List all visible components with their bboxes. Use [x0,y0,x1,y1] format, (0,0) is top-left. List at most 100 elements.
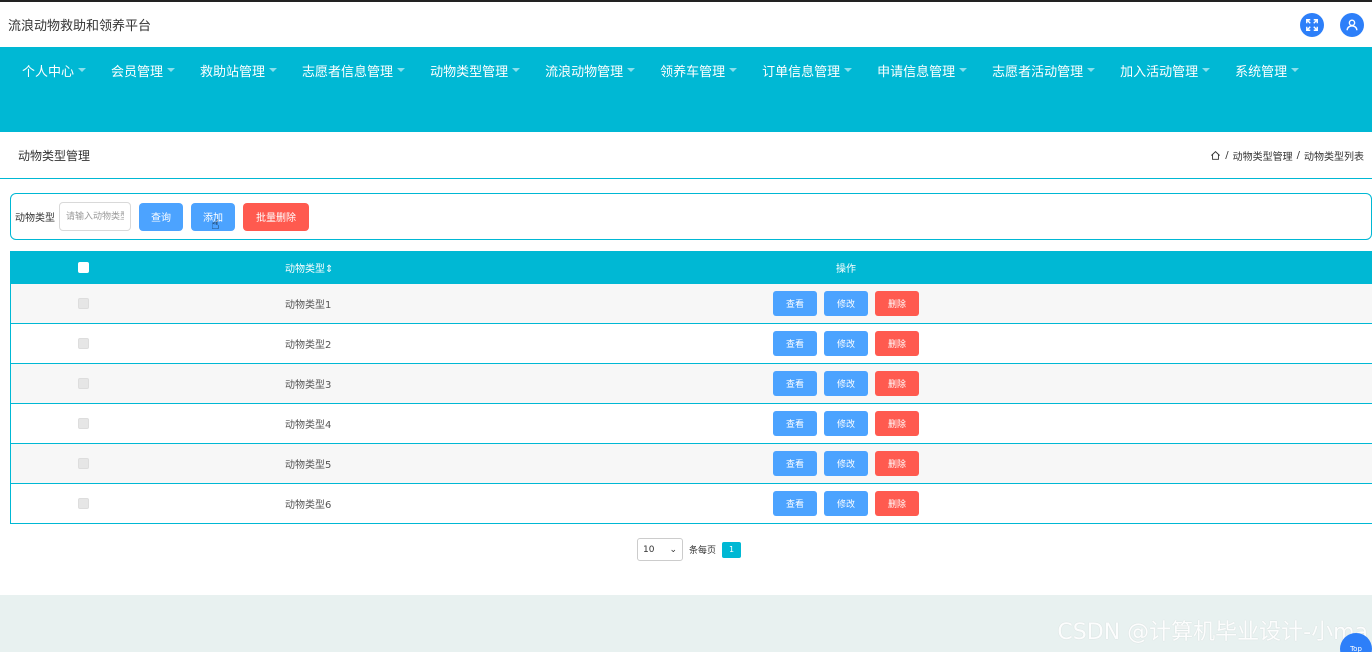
add-button[interactable]: 添加 ☝ [191,202,235,233]
nav-item-label: 订单信息管理 [762,64,841,80]
delete-button[interactable]: 删除 [875,411,919,436]
nav-item-label: 志愿者信息管理 [302,64,394,80]
nav-item-label: 救助站管理 [200,64,266,80]
cell-animal-type: 动物类型6 [285,500,332,511]
batch-delete-button[interactable]: 批量删除 [243,202,309,231]
delete-button[interactable]: 删除 [875,491,919,516]
nav-item-2[interactable]: 救助站管理 [192,61,285,80]
caret-down-icon [959,68,968,72]
row-actions: 查看 修改 删除 [570,491,1372,516]
delete-button[interactable]: 删除 [875,331,919,356]
nav-item-label: 申请信息管理 [877,64,956,80]
main-nav: 个人中心 会员管理 救助站管理 志愿者信息管理 动物类型管理 流浪动物管理 领养车管理 订单信… [0,47,1372,132]
row-actions: 查看 修改 删除 [570,411,1372,436]
view-button[interactable]: 查看 [773,291,817,316]
nav-item-label: 会员管理 [111,64,164,80]
page-size-select[interactable]: 10 ⌄ [637,538,683,561]
animal-type-table: 动物类型⇕ 操作 动物类型1 查看 修改 删除 动物类型2 查看 修改 删除 动物类型3 查看 修改… [10,251,1372,524]
home-icon[interactable] [1210,150,1221,161]
breadcrumb-sep: / [1296,149,1300,161]
watermark: CSDN @计算机毕业设计-小ma [1057,620,1368,645]
animal-type-search-input[interactable] [59,202,131,231]
view-button[interactable]: 查看 [773,331,817,356]
hand-cursor-icon: ☝ [211,216,220,233]
nav-item-label: 动物类型管理 [430,64,509,80]
caret-down-icon [1291,68,1300,72]
nav-item-0[interactable]: 个人中心 [14,61,94,80]
column-header-type[interactable]: 动物类型⇕ [155,260,570,275]
nav-item-label: 领养车管理 [660,64,726,80]
delete-button[interactable]: 删除 [875,451,919,476]
cell-animal-type: 动物类型5 [285,460,332,471]
page-size-value: 10 [643,544,655,555]
query-button[interactable]: 查询 [139,202,183,231]
nav-item-4[interactable]: 动物类型管理 [422,61,528,80]
search-panel: 动物类型 查询 添加 ☝ 批量删除 [10,193,1372,240]
per-page-label: 条每页 [689,546,717,556]
page-title: 动物类型管理 [18,148,91,163]
expand-icon[interactable] [1300,12,1324,37]
nav-item-8[interactable]: 申请信息管理 [869,61,975,80]
row-checkbox[interactable] [77,338,89,349]
search-label: 动物类型 [15,213,55,224]
row-actions: 查看 修改 删除 [570,451,1372,476]
page-number-current[interactable]: 1 [722,541,742,558]
table-row: 动物类型6 查看 修改 删除 [11,483,1372,523]
row-actions: 查看 修改 删除 [570,371,1372,396]
nav-list: 个人中心 会员管理 救助站管理 志愿者信息管理 动物类型管理 流浪动物管理 领养车管理 订单信… [14,61,1358,80]
row-checkbox[interactable] [77,498,89,509]
row-checkbox[interactable] [77,378,89,389]
nav-item-label: 加入活动管理 [1120,64,1199,80]
nav-item-7[interactable]: 订单信息管理 [754,61,860,80]
delete-button[interactable]: 删除 [875,291,919,316]
row-actions: 查看 修改 删除 [570,331,1372,356]
nav-item-label: 志愿者活动管理 [992,64,1084,80]
row-checkbox[interactable] [77,458,89,469]
caret-down-icon [844,68,853,72]
caret-down-icon [1087,68,1096,72]
caret-down-icon [269,68,278,72]
edit-button[interactable]: 修改 [824,291,868,316]
edit-button[interactable]: 修改 [824,371,868,396]
view-button[interactable]: 查看 [773,371,817,396]
delete-button[interactable]: 删除 [875,371,919,396]
nav-item-1[interactable]: 会员管理 [103,61,183,80]
caret-down-icon [1202,68,1211,72]
breadcrumb-item-module[interactable]: 动物类型管理 [1233,148,1293,163]
caret-down-icon [627,68,636,72]
edit-button[interactable]: 修改 [824,411,868,436]
breadcrumb-sep: / [1225,149,1229,161]
user-icon[interactable] [1340,12,1364,37]
cell-animal-type: 动物类型1 [285,300,332,311]
nav-item-9[interactable]: 志愿者活动管理 [984,61,1103,80]
view-button[interactable]: 查看 [773,451,817,476]
chevron-down-icon: ⌄ [669,544,677,555]
view-button[interactable]: 查看 [773,411,817,436]
nav-item-11[interactable]: 系统管理 [1227,61,1307,80]
caret-down-icon [167,68,176,72]
nav-item-6[interactable]: 领养车管理 [652,61,745,80]
cell-animal-type: 动物类型2 [285,340,332,351]
table-row: 动物类型5 查看 修改 删除 [11,443,1372,483]
caret-down-icon [729,68,738,72]
table-body: 动物类型1 查看 修改 删除 动物类型2 查看 修改 删除 动物类型3 查看 修改 删除 动物类型4 查看… [11,283,1372,523]
view-button[interactable]: 查看 [773,491,817,516]
breadcrumb: / 动物类型管理 / 动物类型列表 [1210,148,1364,163]
select-all-checkbox[interactable] [77,261,89,273]
nav-item-3[interactable]: 志愿者信息管理 [294,61,413,80]
cell-animal-type: 动物类型3 [285,380,332,391]
nav-item-10[interactable]: 加入活动管理 [1112,61,1218,80]
breadcrumb-item-list: 动物类型列表 [1304,151,1364,163]
edit-button[interactable]: 修改 [824,331,868,356]
nav-item-5[interactable]: 流浪动物管理 [537,61,643,80]
top-bar: 流浪动物救助和领养平台 [0,0,1372,47]
edit-button[interactable]: 修改 [824,451,868,476]
row-checkbox[interactable] [77,418,89,429]
cell-animal-type: 动物类型4 [285,420,332,431]
edit-button[interactable]: 修改 [824,491,868,516]
breadcrumb-bar: 动物类型管理 / 动物类型管理 / 动物类型列表 [0,132,1372,179]
table-header: 动物类型⇕ 操作 [11,251,1372,283]
row-checkbox[interactable] [77,298,89,309]
table-row: 动物类型3 查看 修改 删除 [11,363,1372,403]
caret-down-icon [397,68,406,72]
